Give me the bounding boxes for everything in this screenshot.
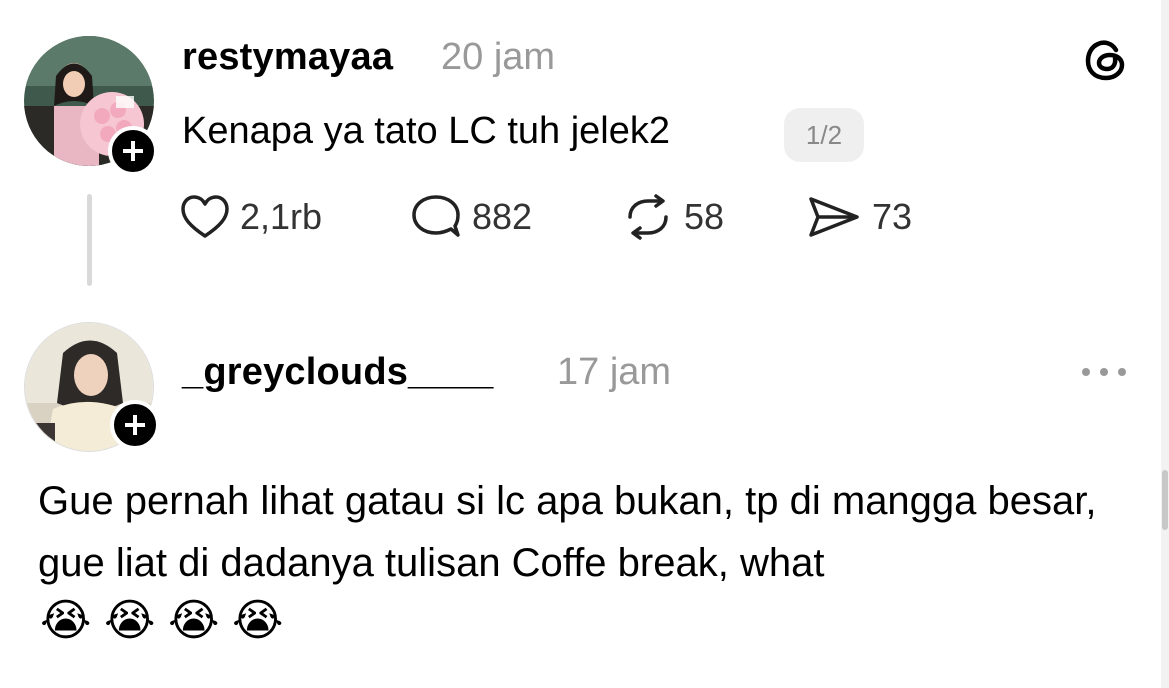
reply-body-text: Gue pernah lihat gatau si lc apa bukan, … — [38, 479, 1097, 585]
crying-face-emoji: 😭 — [232, 596, 284, 645]
repost-action[interactable]: 58 — [622, 193, 724, 241]
reply-timestamp: 17 jam — [557, 351, 672, 393]
more-dot — [1100, 368, 1108, 376]
more-options-icon[interactable] — [1080, 360, 1132, 384]
repost-count: 58 — [684, 196, 725, 237]
threads-logo-icon[interactable] — [1082, 36, 1130, 84]
reply-username[interactable]: _greyclouds____ — [182, 351, 493, 394]
comment-count: 882 — [472, 196, 533, 237]
reply-emoji-row: 😭 😭 😭 😭 — [40, 596, 284, 646]
crying-face-emoji: 😭 — [168, 596, 220, 645]
repost-icon — [628, 194, 668, 240]
follow-button-restymayaa[interactable] — [108, 126, 158, 176]
scrollbar-track[interactable] — [1161, 0, 1169, 688]
thread-connector-line — [87, 194, 92, 286]
share-count: 73 — [872, 196, 913, 237]
crying-face-emoji: 😭 — [40, 596, 92, 645]
more-dot — [1118, 368, 1126, 376]
like-action[interactable]: 2,1rb — [180, 193, 322, 241]
pagination-badge[interactable]: 1/2 — [784, 108, 864, 162]
plus-icon — [125, 415, 145, 435]
comment-action[interactable]: 882 — [410, 193, 532, 241]
comment-bubble-icon — [412, 195, 460, 237]
post-username[interactable]: restymayaa — [182, 36, 393, 79]
post-body-text: Kenapa ya tato LC tuh jelek2 — [182, 110, 671, 152]
crying-face-emoji: 😭 — [104, 596, 156, 645]
plus-icon — [123, 141, 143, 161]
post-timestamp: 20 jam — [441, 36, 556, 78]
scrollbar-thumb[interactable] — [1162, 470, 1168, 530]
follow-button-greyclouds[interactable] — [110, 400, 160, 450]
send-icon — [809, 197, 859, 237]
heart-icon — [181, 195, 229, 238]
share-action[interactable]: 73 — [806, 193, 912, 241]
like-count: 2,1rb — [240, 196, 323, 237]
more-dot — [1082, 368, 1090, 376]
